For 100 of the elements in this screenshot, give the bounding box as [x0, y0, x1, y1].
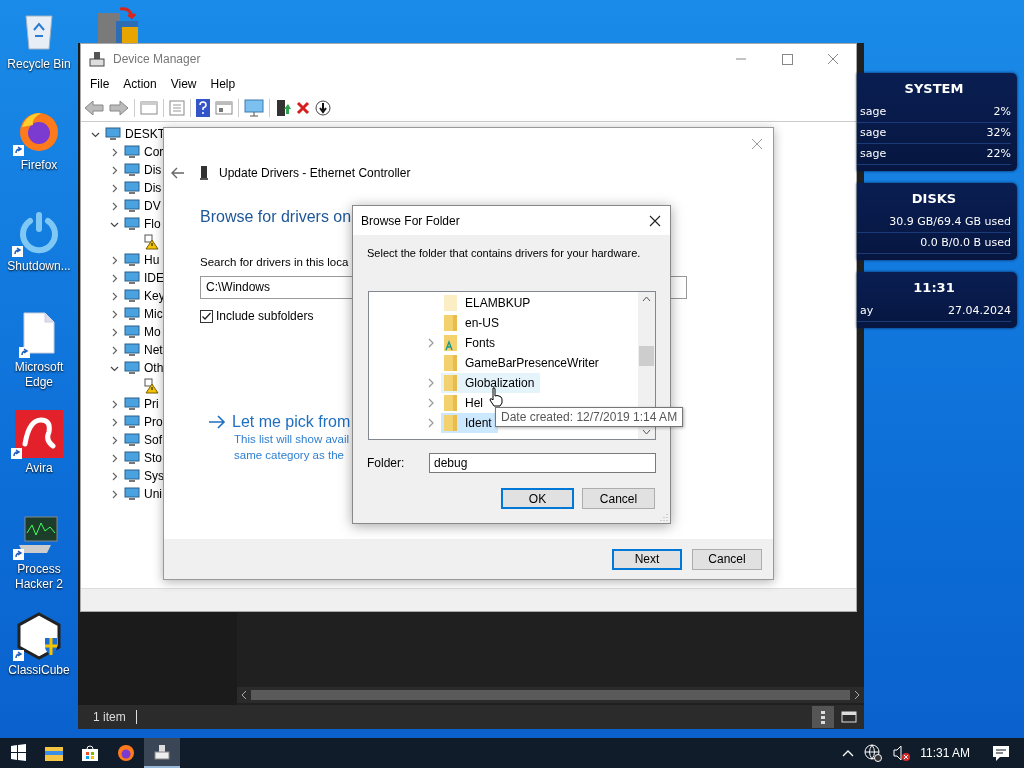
- tree-item[interactable]: DESKT: [125, 127, 165, 141]
- chevron-up-icon[interactable]: [842, 749, 855, 757]
- tree-item[interactable]: Mic: [144, 307, 163, 321]
- desktop-icon-label[interactable]: ClassiCube: [1, 663, 77, 678]
- muted-speaker-icon[interactable]: [892, 744, 911, 762]
- chevron-right-icon[interactable]: [427, 338, 435, 348]
- folder-item[interactable]: Fonts: [441, 333, 501, 353]
- chevron-right-icon[interactable]: [427, 418, 435, 428]
- back-arrow-icon[interactable]: [171, 167, 185, 179]
- tree-item[interactable]: Net: [144, 343, 163, 357]
- tree-item[interactable]: Sys: [144, 469, 164, 483]
- fox-globe-icon: [117, 744, 135, 762]
- tree-item[interactable]: Pri: [144, 397, 159, 411]
- dialog-button[interactable]: Cancel: [692, 548, 762, 570]
- tree-item[interactable]: Sto: [144, 451, 162, 465]
- device-icon: [124, 451, 140, 465]
- page-heading: Browse for drivers on: [200, 208, 352, 226]
- chevron-right-icon[interactable]: [427, 398, 435, 408]
- folder-field[interactable]: debug: [429, 453, 656, 473]
- tree-item[interactable]: Dis: [144, 163, 162, 177]
- row-value: 0.0 B/0.0 B used: [920, 235, 1011, 251]
- tree-item[interactable]: IDE: [144, 271, 164, 285]
- tree-item[interactable]: DV: [144, 199, 161, 213]
- notification-icon[interactable]: [992, 744, 1010, 762]
- desktop-icon-label[interactable]: Avira: [1, 461, 77, 476]
- tree-item[interactable]: Sof: [144, 433, 162, 447]
- blank-file-icon[interactable]: [23, 312, 55, 354]
- tree-item[interactable]: Uni: [144, 487, 162, 501]
- resize-grip-icon[interactable]: [660, 513, 668, 521]
- tree-item[interactable]: Dis: [144, 181, 162, 195]
- row-label: ay: [860, 303, 874, 319]
- faded-folder-icon: [444, 295, 457, 311]
- desktop-icon-label[interactable]: Shutdown...: [1, 259, 77, 274]
- tree-item[interactable]: Flo: [144, 217, 161, 231]
- umbrella-logo-icon[interactable]: [15, 410, 63, 458]
- dialog-button[interactable]: Cancel: [582, 488, 655, 509]
- clock-text[interactable]: 11:31 AM: [920, 746, 970, 760]
- horizontal-scrollbar[interactable]: [237, 687, 864, 703]
- down-arrow-circle-icon[interactable]: [315, 100, 331, 116]
- checkbox[interactable]: [200, 309, 213, 323]
- tree-item[interactable]: Cor: [144, 145, 164, 159]
- device-icon: [124, 433, 140, 447]
- desktop-icon-label[interactable]: Process Hacker 2: [1, 562, 77, 592]
- device-icon: [124, 487, 140, 501]
- warning-device-icon[interactable]: [143, 234, 159, 250]
- taskbar-app[interactable]: [144, 738, 180, 768]
- tree-item[interactable]: Mo: [144, 325, 161, 339]
- warning-device-icon[interactable]: [143, 378, 159, 394]
- device-icon: [124, 397, 140, 411]
- panel-icon[interactable]: [215, 100, 233, 116]
- menu-item[interactable]: File: [83, 77, 117, 91]
- close-icon[interactable]: [649, 214, 661, 227]
- device-icon: [124, 163, 140, 177]
- update-driver-icon[interactable]: [275, 99, 291, 117]
- row-value: 30.9 GB/69.4 GB used: [889, 214, 1011, 230]
- details-view-icon[interactable]: [812, 706, 834, 728]
- folder-item[interactable]: Hel: [441, 393, 489, 413]
- tooltip: Date created: 12/7/2019 1:14 AM: [495, 407, 684, 427]
- device-icon: [124, 343, 140, 357]
- device-icon: [124, 271, 140, 285]
- dialog-button[interactable]: Next: [612, 548, 682, 570]
- folder-item[interactable]: ELAMBKUP: [441, 293, 537, 313]
- cube-logo-icon[interactable]: [17, 612, 61, 660]
- row-value: 22%: [986, 146, 1011, 162]
- dialog-button[interactable]: OK: [501, 488, 574, 509]
- tree-item[interactable]: Pro: [144, 415, 163, 429]
- folder-item[interactable]: Ident: [441, 413, 498, 433]
- menu-item[interactable]: View: [163, 77, 204, 91]
- folder-icon: [444, 375, 457, 391]
- chevron-right-icon[interactable]: [427, 378, 435, 388]
- hand-cursor-icon: [489, 387, 503, 407]
- desktop-icon-label[interactable]: Microsoft Edge: [1, 360, 77, 390]
- fonts-folder-icon: [444, 335, 457, 351]
- cross-icon[interactable]: [296, 101, 310, 115]
- tree-item[interactable]: Oth: [144, 361, 164, 375]
- desktop-icon-label[interactable]: Firefox: [1, 158, 77, 173]
- folder-icon: [444, 395, 457, 411]
- menu-item[interactable]: Help: [203, 77, 243, 91]
- folder-item[interactable]: GameBarPresenceWriter: [441, 353, 605, 373]
- back-arrow-icon[interactable]: [84, 100, 104, 116]
- scroll-up-icon[interactable]: [642, 296, 651, 302]
- monitor-icon[interactable]: [244, 99, 264, 117]
- pick-link[interactable]: Let me pick from: [232, 413, 351, 431]
- menu-item[interactable]: Action: [116, 77, 164, 91]
- tree-item[interactable]: Hu: [144, 253, 160, 267]
- device-icon: [124, 145, 140, 159]
- globe-icon[interactable]: [864, 744, 883, 762]
- folder-item[interactable]: Globalization: [441, 373, 541, 393]
- window-title: Device Manager: [113, 51, 201, 66]
- scroll-thumb[interactable]: [639, 346, 654, 366]
- checkbox-label[interactable]: Include subfolders: [216, 309, 314, 323]
- forward-arrow-icon[interactable]: [109, 100, 129, 116]
- row-label: sage: [860, 125, 887, 141]
- folder-icon: [444, 415, 457, 431]
- computer-graph-icon[interactable]: [17, 515, 61, 555]
- scroll-down-icon[interactable]: [642, 429, 651, 435]
- folder-item[interactable]: en-US: [441, 313, 505, 333]
- device-manager-icon: [154, 744, 170, 760]
- desktop-icon-label[interactable]: Recycle Bin: [1, 57, 77, 72]
- help-icon[interactable]: [196, 99, 210, 117]
